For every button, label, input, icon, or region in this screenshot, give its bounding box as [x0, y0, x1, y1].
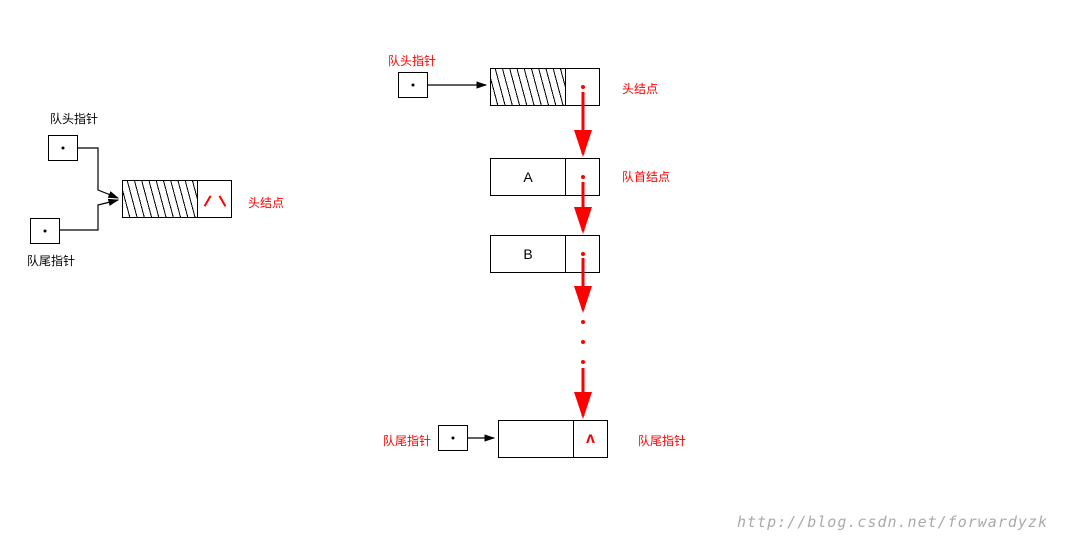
right-first-node-label: 队首结点	[622, 168, 670, 185]
null-symbol-icon: ʌ	[586, 430, 595, 448]
pointer-dot-icon	[581, 252, 585, 256]
right-tail-ptr-box	[438, 425, 468, 451]
right-tail-ptr-label: 队尾指针	[383, 432, 431, 449]
ellipsis-dot-icon	[581, 340, 585, 344]
right-tail-node-data	[499, 421, 574, 457]
right-head-ptr-box	[398, 72, 428, 98]
right-node-b-ptr	[566, 236, 599, 272]
right-head-node-ptr	[566, 69, 599, 105]
right-head-node-data	[491, 69, 566, 105]
right-head-node	[490, 68, 600, 106]
right-tail-node-label: 队尾指针	[638, 432, 686, 449]
left-tail-ptr-box	[30, 218, 60, 244]
pointer-dot-icon	[581, 175, 585, 179]
null-symbol-icon	[205, 192, 225, 206]
right-head-ptr-label: 队头指针	[388, 52, 436, 69]
right-tail-node: ʌ	[498, 420, 608, 458]
left-head-node-ptr	[198, 181, 231, 217]
left-head-node	[122, 180, 232, 218]
right-node-b: B	[490, 235, 600, 273]
pointer-dot-icon	[581, 85, 585, 89]
ellipsis-dot-icon	[581, 320, 585, 324]
right-tail-node-ptr: ʌ	[574, 421, 607, 457]
right-head-node-label: 头结点	[622, 80, 658, 97]
left-head-ptr-label: 队头指针	[50, 110, 98, 127]
left-head-ptr-box	[48, 135, 78, 161]
right-node-b-data: B	[491, 236, 566, 272]
ellipsis-dot-icon	[581, 360, 585, 364]
right-node-a-ptr	[566, 159, 599, 195]
left-tail-ptr-label: 队尾指针	[27, 252, 75, 269]
right-node-a-data: A	[491, 159, 566, 195]
left-head-node-label: 头结点	[248, 194, 284, 211]
watermark: http://blog.csdn.net/forwardyzk	[737, 513, 1048, 531]
right-node-a: A	[490, 158, 600, 196]
left-head-node-data	[123, 181, 198, 217]
